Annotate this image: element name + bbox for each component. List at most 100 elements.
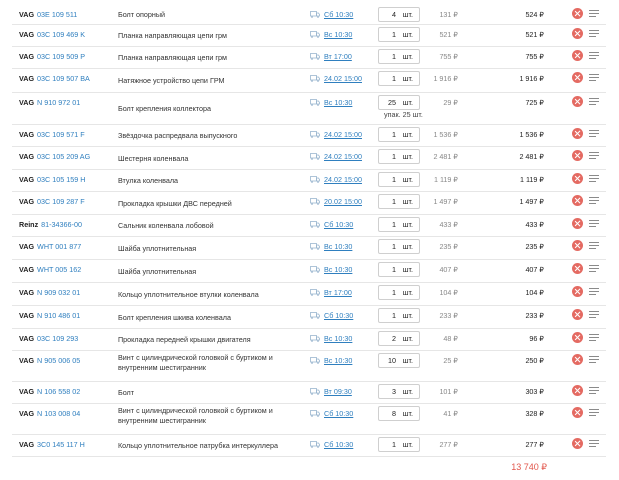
menu-lines-icon[interactable] <box>589 311 599 320</box>
quantity-input[interactable]: 1 шт. <box>378 194 420 209</box>
article-link[interactable]: 03C 109 287 F <box>37 197 85 206</box>
remove-icon[interactable] <box>572 438 583 449</box>
quantity-input[interactable]: 25 шт. <box>378 95 420 110</box>
article-link[interactable]: WHT 001 877 <box>37 242 81 251</box>
article-link[interactable]: N 103 008 04 <box>37 409 80 418</box>
article-link[interactable]: WHT 005 162 <box>37 265 81 274</box>
remove-icon[interactable] <box>572 50 583 61</box>
delivery-link[interactable]: Вс 10:30 <box>324 242 352 251</box>
remove-icon[interactable] <box>572 354 583 365</box>
menu-lines-icon[interactable] <box>589 197 599 206</box>
menu-lines-icon[interactable] <box>589 265 599 274</box>
article-link[interactable]: 03C 109 507 BA <box>37 74 90 83</box>
quantity-input[interactable]: 1 шт. <box>378 149 420 164</box>
menu-lines-icon[interactable] <box>589 74 599 83</box>
delivery-link[interactable]: Вс 10:30 <box>324 98 352 107</box>
delivery-link[interactable]: Вт 17:00 <box>324 52 352 61</box>
delivery-link[interactable]: Сб 10:30 <box>324 440 353 449</box>
quantity-input[interactable]: 1 шт. <box>378 308 420 323</box>
quantity-input[interactable]: 8 шт. <box>378 406 420 421</box>
delivery-link[interactable]: Вс 10:30 <box>324 30 352 39</box>
delivery-link[interactable]: 24.02 15:00 <box>324 130 362 139</box>
quantity-input[interactable]: 1 шт. <box>378 239 420 254</box>
part-name: Болт <box>118 388 135 397</box>
menu-lines-icon[interactable] <box>589 152 599 161</box>
article-link[interactable]: N 905 006 05 <box>37 356 80 365</box>
remove-icon[interactable] <box>572 8 583 19</box>
part-name: Болт крепления коллектора <box>118 104 212 113</box>
article-link[interactable]: 03C 109 571 F <box>37 130 85 139</box>
quantity-value: 1 <box>392 220 396 229</box>
menu-lines-icon[interactable] <box>589 10 599 19</box>
remove-icon[interactable] <box>572 173 583 184</box>
quantity-input[interactable]: 1 шт. <box>378 49 420 64</box>
menu-lines-icon[interactable] <box>589 242 599 251</box>
delivery-link[interactable]: Вт 09:30 <box>324 387 352 396</box>
quantity-input[interactable]: 3 шт. <box>378 384 420 399</box>
menu-lines-icon[interactable] <box>589 387 599 396</box>
remove-icon[interactable] <box>572 332 583 343</box>
remove-icon[interactable] <box>572 309 583 320</box>
delivery-link[interactable]: Сб 10:30 <box>324 10 353 19</box>
delivery-link[interactable]: Вт 17:00 <box>324 288 352 297</box>
article-link[interactable]: 03C 105 159 H <box>37 175 85 184</box>
menu-lines-icon[interactable] <box>589 288 599 297</box>
menu-lines-icon[interactable] <box>589 30 599 39</box>
remove-icon[interactable] <box>572 195 583 206</box>
delivery-link[interactable]: Вс 10:30 <box>324 356 352 365</box>
menu-lines-icon[interactable] <box>589 356 599 365</box>
delivery-link[interactable]: Вс 10:30 <box>324 334 352 343</box>
delivery-link[interactable]: Сб 10:30 <box>324 220 353 229</box>
article-link[interactable]: 3C0 145 117 H <box>37 440 85 449</box>
quantity-input[interactable]: 1 шт. <box>378 217 420 232</box>
menu-lines-icon[interactable] <box>589 334 599 343</box>
quantity-input[interactable]: 1 шт. <box>378 262 420 277</box>
quantity-input[interactable]: 1 шт. <box>378 437 420 452</box>
quantity-input[interactable]: 1 шт. <box>378 27 420 42</box>
truck-icon <box>310 53 320 60</box>
remove-icon[interactable] <box>572 72 583 83</box>
menu-lines-icon[interactable] <box>589 175 599 184</box>
remove-icon[interactable] <box>572 218 583 229</box>
article-link[interactable]: 03C 105 209 AG <box>37 152 90 161</box>
article-link[interactable]: 81-34366-00 <box>41 220 82 229</box>
menu-lines-icon[interactable] <box>589 440 599 449</box>
quantity-input[interactable]: 4 шт. <box>378 7 420 22</box>
delivery-link[interactable]: Сб 10:30 <box>324 409 353 418</box>
quantity-input[interactable]: 1 шт. <box>378 71 420 86</box>
article-link[interactable]: N 909 032 01 <box>37 288 80 297</box>
menu-lines-icon[interactable] <box>589 130 599 139</box>
quantity-input[interactable]: 1 шт. <box>378 172 420 187</box>
article-link[interactable]: 03E 109 511 <box>37 10 77 19</box>
delivery-link[interactable]: 20.02 15:00 <box>324 197 362 206</box>
delivery-link[interactable]: Сб 10:30 <box>324 311 353 320</box>
remove-icon[interactable] <box>572 263 583 274</box>
quantity-input[interactable]: 10 шт. <box>378 353 420 368</box>
remove-icon[interactable] <box>572 407 583 418</box>
remove-icon[interactable] <box>572 286 583 297</box>
menu-lines-icon[interactable] <box>589 98 599 107</box>
article-link[interactable]: 03C 109 509 P <box>37 52 85 61</box>
delivery-link[interactable]: 24.02 15:00 <box>324 74 362 83</box>
article-link[interactable]: 03C 109 293 <box>37 334 78 343</box>
quantity-input[interactable]: 2 шт. <box>378 331 420 346</box>
menu-lines-icon[interactable] <box>589 52 599 61</box>
delivery-link[interactable]: 24.02 15:00 <box>324 175 362 184</box>
delivery-link[interactable]: Вс 10:30 <box>324 265 352 274</box>
menu-lines-icon[interactable] <box>589 409 599 418</box>
quantity-input[interactable]: 1 шт. <box>378 285 420 300</box>
delivery-link[interactable]: 24.02 15:00 <box>324 152 362 161</box>
remove-icon[interactable] <box>572 150 583 161</box>
article-link[interactable]: N 910 972 01 <box>37 98 80 107</box>
article-link[interactable]: N 106 558 02 <box>37 387 80 396</box>
remove-icon[interactable] <box>572 28 583 39</box>
remove-icon[interactable] <box>572 96 583 107</box>
article-link[interactable]: 03C 109 469 K <box>37 30 85 39</box>
remove-icon[interactable] <box>572 128 583 139</box>
quantity-input[interactable]: 1 шт. <box>378 127 420 142</box>
article-link[interactable]: N 910 486 01 <box>37 311 80 320</box>
remove-icon[interactable] <box>572 385 583 396</box>
quantity-unit: шт. <box>402 288 413 297</box>
menu-lines-icon[interactable] <box>589 220 599 229</box>
remove-icon[interactable] <box>572 240 583 251</box>
